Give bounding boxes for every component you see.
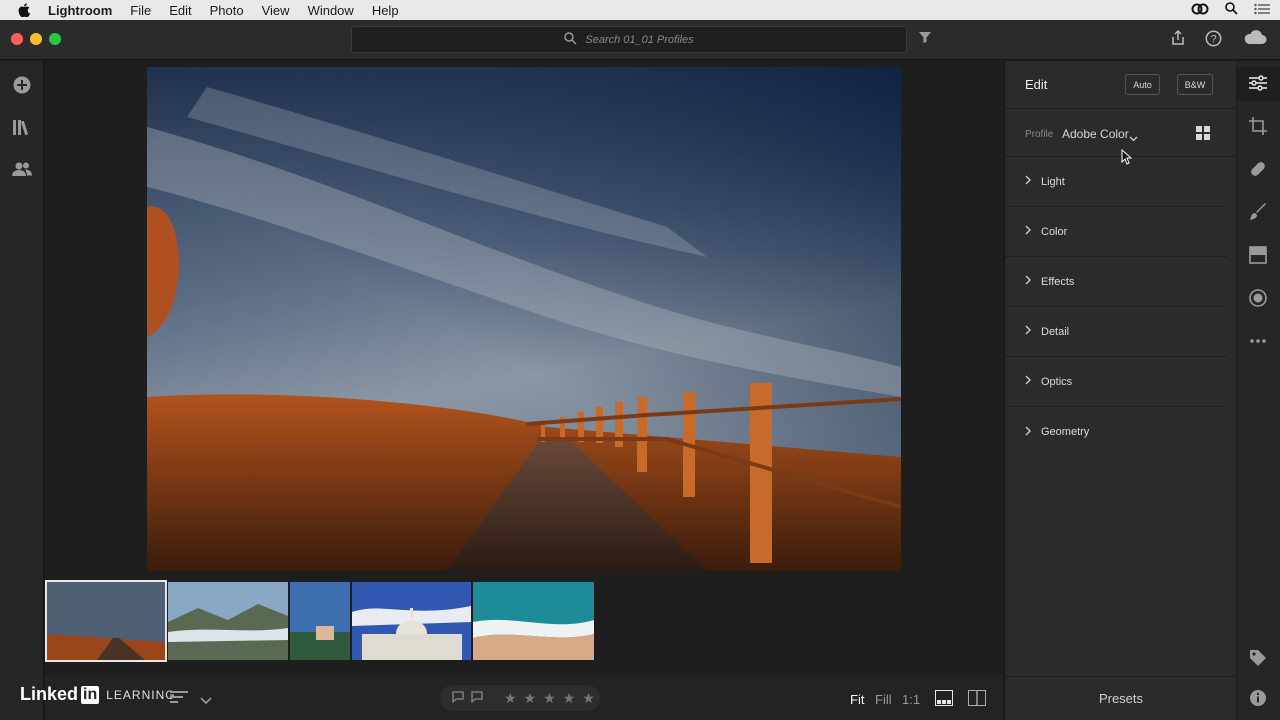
flag-rating-control: ★ ★ ★ ★ ★ (440, 685, 600, 711)
help-icon[interactable]: ? (1205, 30, 1222, 52)
people-icon[interactable] (12, 161, 32, 182)
section-light[interactable]: Light (1005, 157, 1227, 207)
profile-dropdown[interactable]: Adobe Color (1062, 127, 1129, 141)
star-rating-1-icon[interactable]: ★ (504, 690, 517, 707)
healing-brush-icon[interactable] (1249, 160, 1267, 183)
filmstrip-thumb-beach[interactable] (473, 582, 594, 660)
close-window-button[interactable] (11, 33, 23, 45)
pick-flag-icon[interactable] (452, 690, 464, 706)
section-light-label: Light (1041, 175, 1065, 188)
brand-linked: Linked (20, 684, 79, 704)
right-toolbar (1237, 61, 1280, 720)
filmstrip (45, 578, 1003, 668)
add-photos-icon[interactable] (12, 75, 32, 100)
edit-sliders-icon[interactable] (1249, 75, 1267, 96)
tag-icon[interactable] (1249, 649, 1267, 672)
section-color-label: Color (1041, 225, 1068, 238)
cloud-sync-icon[interactable] (1243, 29, 1267, 50)
auto-button[interactable]: Auto (1125, 74, 1160, 95)
brush-icon[interactable] (1249, 203, 1267, 226)
profile-row: Profile Adobe Color (1005, 109, 1237, 165)
photo-canvas (45, 61, 1003, 666)
apple-icon[interactable] (0, 3, 48, 17)
creative-cloud-icon[interactable] (1191, 3, 1209, 18)
section-optics-label: Optics (1041, 375, 1073, 388)
left-toolbar (0, 61, 44, 720)
edit-panel-header: Edit Auto B&W (1005, 61, 1237, 109)
search-field[interactable]: Search 01_01 Profiles (351, 26, 907, 53)
library-icon[interactable] (12, 118, 32, 141)
zoom-one-to-one-button[interactable]: 1:1 (902, 692, 920, 707)
notification-list-icon[interactable] (1254, 3, 1270, 18)
reject-flag-icon[interactable] (471, 690, 483, 706)
edit-panel: Edit Auto B&W Profile Adobe Color Light … (1004, 61, 1237, 720)
menu-window[interactable]: Window (308, 3, 354, 18)
menu-file[interactable]: File (130, 3, 151, 18)
section-effects[interactable]: Effects (1005, 257, 1227, 307)
menu-photo[interactable]: Photo (210, 3, 244, 18)
filmstrip-thumb-capitol[interactable] (352, 582, 471, 660)
section-geometry-label: Geometry (1041, 426, 1090, 438)
presets-button[interactable]: Presets (1005, 676, 1237, 720)
profile-browser-icon[interactable] (1195, 125, 1211, 146)
chevron-right-icon (1025, 275, 1031, 288)
section-optics[interactable]: Optics (1005, 357, 1227, 407)
app-name-menu[interactable]: Lightroom (48, 3, 112, 18)
window-titlebar: Search 01_01 Profiles ? (0, 20, 1280, 60)
zoom-fill-button[interactable]: Fill (875, 692, 892, 707)
presets-label: Presets (1098, 691, 1144, 706)
chevron-down-icon[interactable] (200, 692, 212, 710)
filmstrip-thumb-palms[interactable] (290, 582, 350, 660)
profile-label: Profile (1025, 129, 1054, 140)
search-placeholder: Search 01_01 Profiles (585, 33, 694, 46)
more-options-icon[interactable] (1249, 331, 1267, 349)
minimize-window-button[interactable] (30, 33, 42, 45)
section-effects-label: Effects (1041, 275, 1075, 288)
menu-edit[interactable]: Edit (169, 3, 191, 18)
chevron-right-icon (1025, 375, 1031, 388)
star-rating-4-icon[interactable]: ★ (563, 690, 576, 707)
menu-help[interactable]: Help (372, 3, 399, 18)
filmstrip-toggle-icon[interactable] (935, 690, 953, 711)
section-detail[interactable]: Detail (1005, 307, 1227, 357)
search-icon (564, 31, 577, 48)
linkedin-learning-logo: Linked in LEARNING (20, 684, 176, 705)
black-and-white-button[interactable]: B&W (1177, 74, 1213, 95)
info-icon[interactable] (1249, 689, 1267, 712)
radial-gradient-icon[interactable] (1249, 289, 1267, 312)
filmstrip-thumb-mountains[interactable] (168, 582, 288, 660)
crop-icon[interactable] (1249, 117, 1267, 140)
zoom-fit-button[interactable]: Fit (850, 692, 864, 707)
chevron-right-icon (1025, 325, 1031, 338)
main-photo[interactable] (147, 67, 901, 571)
star-rating-5-icon[interactable]: ★ (582, 690, 595, 707)
filmstrip-thumb-fence[interactable] (45, 580, 167, 662)
svg-text:?: ? (1210, 34, 1216, 46)
chevron-right-icon (1025, 225, 1031, 238)
compare-view-icon[interactable] (968, 690, 986, 711)
chevron-right-icon (1025, 426, 1031, 439)
share-icon[interactable] (1170, 29, 1186, 51)
brand-in: in (81, 685, 100, 704)
edit-panel-title: Edit (1025, 77, 1048, 92)
menu-bar: Lightroom File Edit Photo View Window He… (0, 0, 1280, 20)
section-detail-label: Detail (1041, 325, 1070, 338)
zoom-window-button[interactable] (49, 33, 61, 45)
star-rating-3-icon[interactable]: ★ (543, 690, 556, 707)
linear-gradient-icon[interactable] (1249, 246, 1267, 269)
filter-icon[interactable] (918, 30, 932, 49)
sort-icon[interactable] (170, 690, 188, 709)
chevron-down-icon[interactable] (1129, 129, 1138, 147)
chevron-right-icon (1025, 175, 1031, 188)
star-rating-2-icon[interactable]: ★ (524, 690, 537, 707)
section-geometry[interactable]: Geometry (1005, 407, 1227, 457)
spotlight-search-icon[interactable] (1225, 2, 1238, 18)
menu-view[interactable]: View (262, 3, 290, 18)
brand-learning: LEARNING (106, 687, 176, 702)
section-color[interactable]: Color (1005, 207, 1227, 257)
